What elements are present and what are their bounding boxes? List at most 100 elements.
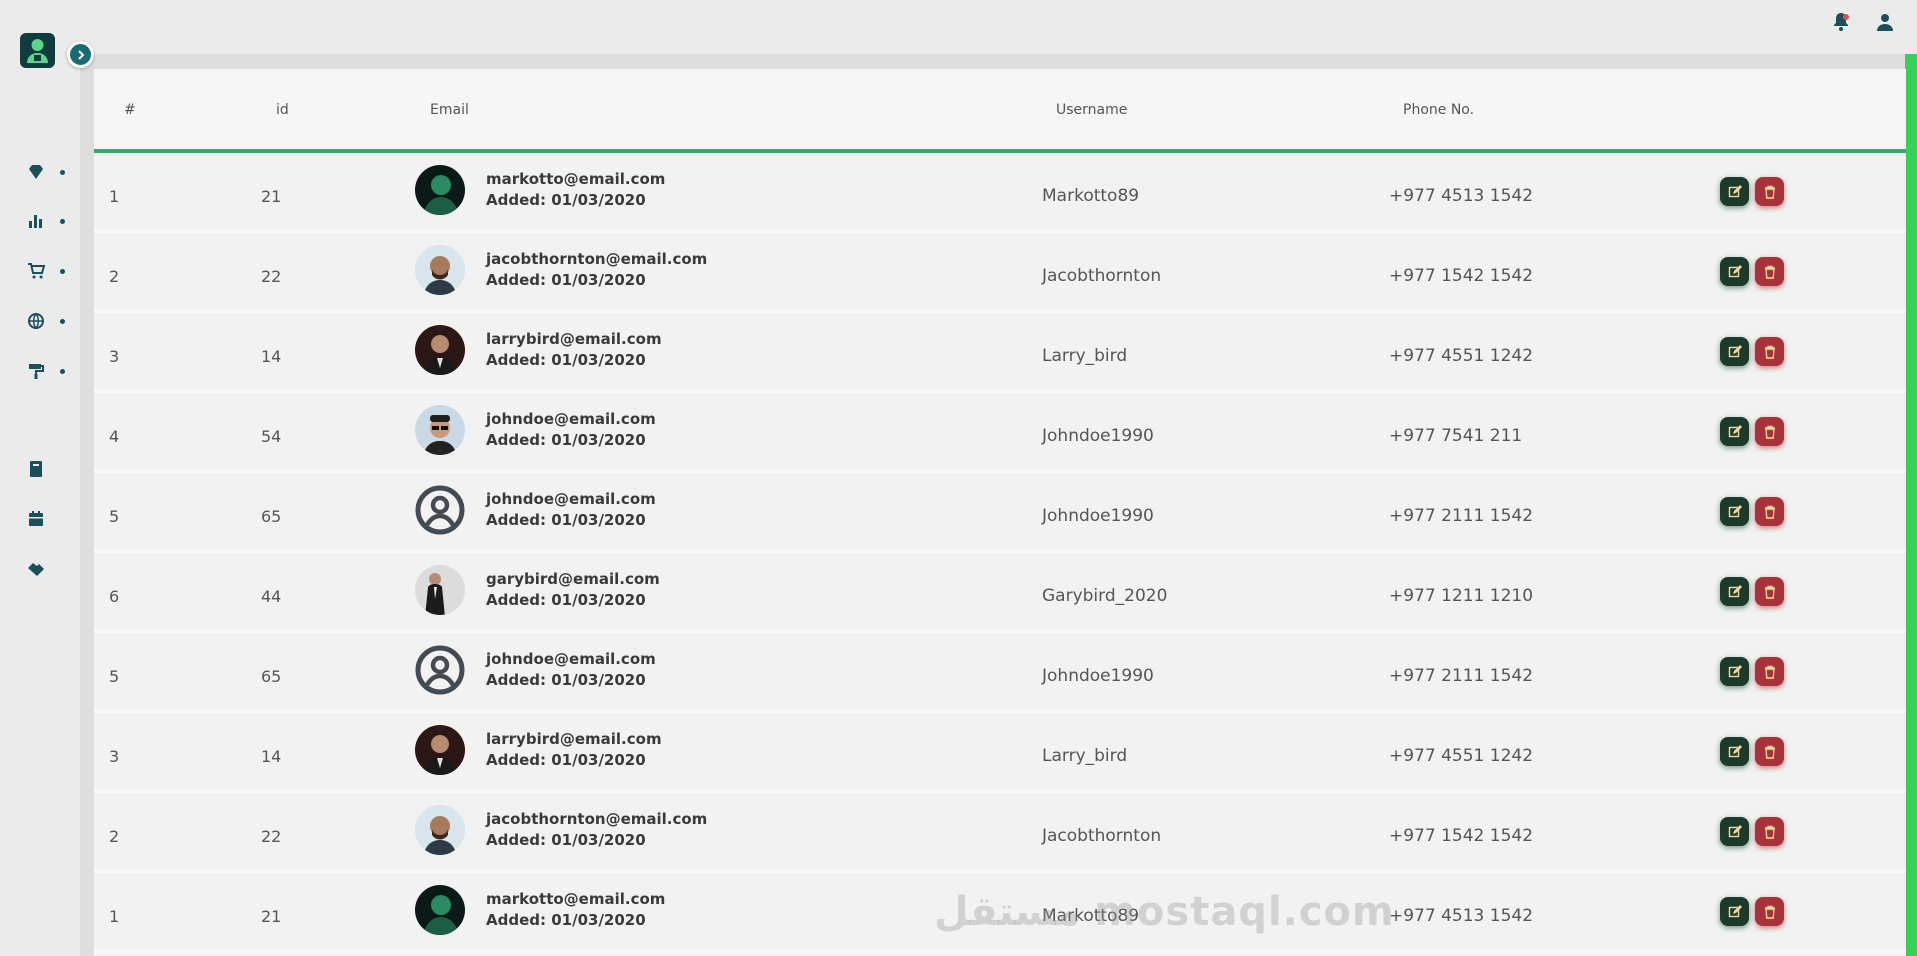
row-added-date: Added: 01/03/2020: [486, 431, 646, 449]
delete-button[interactable]: [1755, 737, 1784, 766]
row-added-date: Added: 01/03/2020: [486, 671, 646, 689]
column-header-id: id: [276, 102, 289, 118]
row-email: markotto@email.com: [486, 170, 666, 188]
edit-icon: [1728, 424, 1742, 437]
sidebar-toggle-button[interactable]: [67, 41, 94, 68]
top-bar: [0, 0, 1917, 54]
edit-button[interactable]: [1720, 497, 1749, 526]
row-email: larrybird@email.com: [486, 330, 662, 348]
sidebar-item-cart[interactable]: [26, 259, 74, 283]
bell-icon[interactable]: [1829, 10, 1853, 34]
globe-icon: [28, 313, 44, 329]
edit-icon: [1728, 904, 1742, 917]
delete-button[interactable]: [1755, 897, 1784, 926]
edit-button[interactable]: [1720, 257, 1749, 286]
sidebar-item-globe[interactable]: [26, 309, 74, 333]
row-id: 14: [261, 347, 282, 366]
delete-button[interactable]: [1755, 577, 1784, 606]
row-email: johndoe@email.com: [486, 490, 656, 508]
edit-button[interactable]: [1720, 737, 1749, 766]
table-row: 4 54 johndoe@email.com Added: 01/03/2020…: [94, 397, 1906, 473]
submenu-dot: [60, 318, 65, 324]
row-number: 1: [109, 187, 120, 206]
avatar: [415, 805, 465, 855]
delete-button[interactable]: [1755, 337, 1784, 366]
edit-icon: [1728, 584, 1742, 597]
sidebar-item-charts[interactable]: [26, 209, 74, 233]
email-block: johndoe@email.com Added: 01/03/2020: [486, 490, 656, 529]
row-number: 1: [109, 907, 120, 926]
column-header-number: #: [124, 102, 136, 118]
sidebar-item-diamond[interactable]: [26, 160, 74, 184]
edit-icon: [1728, 664, 1742, 677]
row-email: jacobthornton@email.com: [486, 810, 708, 828]
sidebar-item-handshake[interactable]: [26, 557, 74, 581]
trash-icon: [1764, 505, 1775, 519]
submenu-dot: [60, 268, 65, 274]
sidebar-item-calendar[interactable]: [26, 507, 74, 531]
sidebar: [0, 0, 94, 956]
delete-button[interactable]: [1755, 497, 1784, 526]
top-icons: [1829, 10, 1897, 34]
row-number: 3: [109, 347, 120, 366]
default-user-icon: [415, 485, 465, 535]
cart-icon: [28, 263, 46, 279]
row-phone: +977 2111 1542: [1389, 666, 1534, 686]
table-header: # id Email Username Phone No.: [94, 69, 1906, 153]
row-username: Johndoe1990: [1042, 426, 1154, 446]
row-username: Jacobthornton: [1042, 266, 1162, 286]
avatar: [415, 725, 465, 775]
trash-icon: [1764, 345, 1775, 359]
edit-icon: [1728, 504, 1742, 517]
row-phone: +977 4513 1542: [1389, 186, 1534, 206]
paint-roller-icon: [29, 364, 44, 379]
user-icon[interactable]: [1873, 10, 1897, 34]
table-row: 1 21 markotto@email.com Added: 01/03/202…: [94, 157, 1906, 233]
row-number: 4: [109, 427, 120, 446]
row-number: 5: [109, 667, 120, 686]
row-added-date: Added: 01/03/2020: [486, 591, 646, 609]
users-table: # id Email Username Phone No. 1 21 marko…: [94, 69, 1906, 956]
row-username: Johndoe1990: [1042, 666, 1154, 686]
delete-button[interactable]: [1755, 177, 1784, 206]
trash-icon: [1764, 905, 1775, 919]
edit-button[interactable]: [1720, 337, 1749, 366]
submenu-dot: [60, 218, 65, 224]
row-username: Markotto89: [1042, 186, 1140, 206]
sidebar-item-paint[interactable]: [26, 359, 74, 383]
email-block: markotto@email.com Added: 01/03/2020: [486, 890, 665, 929]
edit-button[interactable]: [1720, 577, 1749, 606]
watermark: مستقل mostaql.com: [934, 889, 1395, 935]
edit-button[interactable]: [1720, 177, 1749, 206]
email-block: markotto@email.com Added: 01/03/2020: [486, 170, 665, 209]
sidebar-item-book[interactable]: [26, 457, 74, 481]
edit-button[interactable]: [1720, 897, 1749, 926]
delete-button[interactable]: [1755, 817, 1784, 846]
edit-button[interactable]: [1720, 817, 1749, 846]
avatar: [415, 325, 465, 375]
row-id: 54: [261, 427, 282, 446]
scrollbar[interactable]: [1905, 54, 1917, 956]
avatar: [415, 405, 465, 455]
edit-button[interactable]: [1720, 657, 1749, 686]
row-id: 44: [261, 587, 282, 606]
notification-dot: [1843, 14, 1849, 20]
avatar: [415, 245, 465, 295]
row-username: Larry_bird: [1042, 746, 1128, 766]
row-username: Jacobthornton: [1042, 826, 1162, 846]
trash-icon: [1764, 265, 1775, 279]
row-added-date: Added: 01/03/2020: [486, 191, 646, 209]
row-id: 65: [261, 667, 282, 686]
app-logo[interactable]: [20, 33, 55, 68]
delete-button[interactable]: [1755, 257, 1784, 286]
row-added-date: Added: 01/03/2020: [486, 831, 646, 849]
delete-button[interactable]: [1755, 417, 1784, 446]
delete-button[interactable]: [1755, 657, 1784, 686]
row-username: Johndoe1990: [1042, 506, 1154, 526]
edit-icon: [1728, 184, 1742, 197]
trash-icon: [1764, 425, 1775, 439]
edit-button[interactable]: [1720, 417, 1749, 446]
row-added-date: Added: 01/03/2020: [486, 911, 646, 929]
email-block: johndoe@email.com Added: 01/03/2020: [486, 410, 656, 449]
table-row: 2 22 jacobthornton@email.com Added: 01/0…: [94, 237, 1906, 313]
